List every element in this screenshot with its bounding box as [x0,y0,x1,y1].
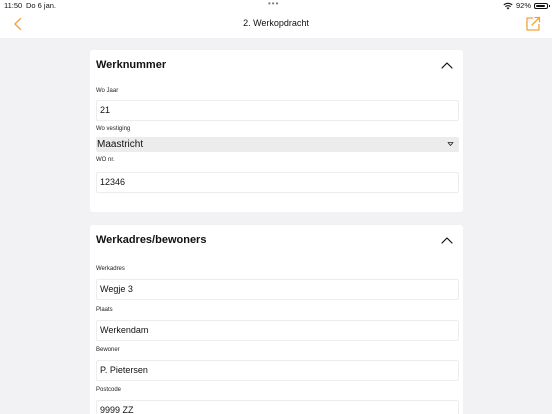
wo-vestiging-select[interactable]: Maastricht [96,137,459,152]
status-bar: 11:50 Do 6 jan. ••• 92% [0,0,552,11]
postcode-field[interactable]: 9999 ZZ [96,400,459,414]
section-header[interactable]: Werknummer [96,50,453,80]
wo-jaar-label: Wo Jaar [96,88,119,94]
wo-jaar-field[interactable]: 21 [96,100,459,121]
battery-icon [534,2,550,9]
wo-vestiging-label: Wo vestiging [96,126,131,132]
section-title: Werkadres/bewoners [96,234,207,246]
bewoner-field[interactable]: P. Pietersen [96,360,459,381]
wo-vestiging-value: Maastricht [97,139,144,150]
bewoner-label: Bewoner [96,347,120,353]
wo-nr-label: WO nr. [96,157,115,163]
page-title: 2. Werkopdracht [243,18,309,28]
status-time: 11:50 [4,1,23,10]
werkadres-field[interactable]: Wegje 3 [96,279,459,300]
navigation-bar: 2. Werkopdracht [0,11,552,38]
wifi-icon [503,2,513,9]
wo-nr-field[interactable]: 12346 [96,172,459,193]
dropdown-caret-icon [447,142,454,146]
werkadres-label: Werkadres [96,266,125,272]
plaats-label: Plaats [96,307,113,313]
chevron-up-icon[interactable] [441,61,453,69]
chevron-up-icon[interactable] [441,236,453,244]
status-date: Do 6 jan. [26,1,57,10]
section-werknummer: Werknummer Wo Jaar 21 Wo vestiging Maast… [90,50,463,212]
battery-percentage: 92% [515,1,531,10]
plaats-field[interactable]: Werkendam [96,320,459,341]
postcode-label: Postcode [96,387,122,393]
multitasking-dots-icon[interactable]: ••• [268,0,279,9]
share-export-icon[interactable] [524,15,542,33]
section-header[interactable]: Werkadres/bewoners [96,225,453,255]
section-title: Werknummer [96,59,167,71]
status-right: 92% [503,0,550,11]
section-werkadres-bewoners: Werkadres/bewoners Werkadres Wegje 3 Pla… [90,225,463,414]
